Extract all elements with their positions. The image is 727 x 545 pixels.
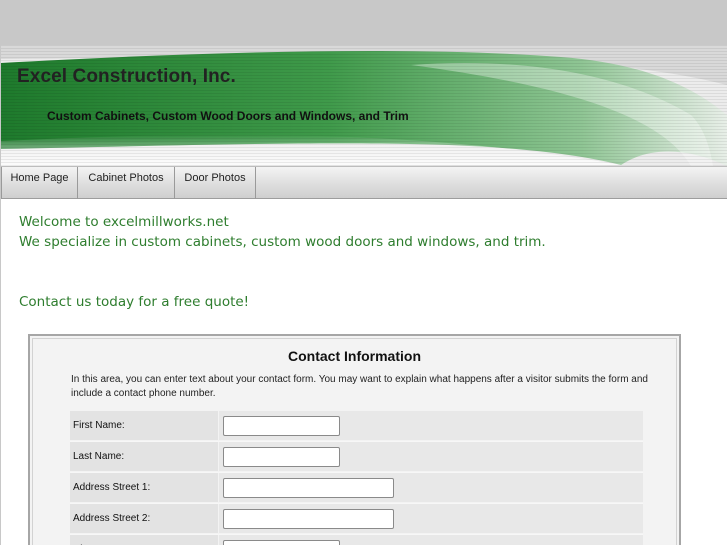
form-row-address-street-1: Address Street 1: [70,473,643,504]
last-name-label: Last Name: [70,442,218,471]
cta-text: Contact us today for a free quote! [19,294,250,310]
form-row-last-name: Last Name: [70,442,643,473]
form-title: Contact Information [288,348,421,364]
city-input[interactable] [223,540,340,545]
form-row-address-street-2: Address Street 2: [70,504,643,535]
nav-item-cabinet-photos[interactable]: Cabinet Photos [78,167,175,199]
last-name-cell [219,442,643,471]
city-cell [219,535,643,545]
form-row-city: City: [70,535,643,545]
first-name-input[interactable] [223,416,340,436]
main-content: Welcome to excelmillworks.net We special… [19,212,546,312]
address-street-1-label: Address Street 1: [70,473,218,502]
first-name-cell [219,411,643,440]
form-description: In this area, you can enter text about y… [71,374,648,399]
main-navigation: Home Page Cabinet Photos Door Photos [1,166,727,199]
site-tagline: Custom Cabinets, Custom Wood Doors and W… [47,109,409,123]
city-label: City: [70,535,218,545]
address-street-1-cell [219,473,643,502]
contact-form: Contact Information In this area, you ca… [28,334,681,545]
form-row-first-name: First Name: [70,411,643,442]
address-street-2-cell [219,504,643,533]
welcome-text: Welcome to excelmillworks.net [19,214,229,230]
site-title: Excel Construction, Inc. [17,66,236,87]
address-street-2-label: Address Street 2: [70,504,218,533]
address-street-1-input[interactable] [223,478,394,498]
first-name-label: First Name: [70,411,218,440]
banner-swoosh-graphic [1,45,727,166]
header-banner: Excel Construction, Inc. Custom Cabinets… [1,45,727,166]
address-street-2-input[interactable] [223,509,394,529]
specialize-text: We specialize in custom cabinets, custom… [19,234,546,250]
form-fields-table: First Name: Last Name: Address Street 1: [70,411,643,545]
page-container: Excel Construction, Inc. Custom Cabinets… [1,45,727,545]
contact-form-inner: Contact Information In this area, you ca… [32,338,677,545]
nav-item-home-page[interactable]: Home Page [1,167,78,199]
last-name-input[interactable] [223,447,340,467]
nav-item-door-photos[interactable]: Door Photos [175,167,256,199]
